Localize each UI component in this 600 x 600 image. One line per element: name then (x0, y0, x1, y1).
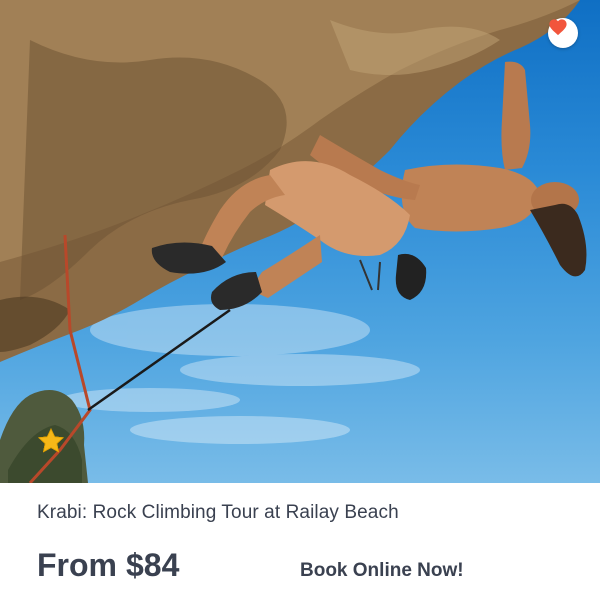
heart-icon (549, 19, 567, 36)
climber-photo-illustration (0, 0, 587, 483)
book-online-link[interactable]: Book Online Now! (300, 560, 464, 582)
tour-card[interactable]: Krabi: Rock Climbing Tour at Railay Beac… (0, 0, 600, 600)
price-prefix: From (37, 547, 117, 583)
price-display: From $84 (37, 547, 179, 584)
tour-title[interactable]: Krabi: Rock Climbing Tour at Railay Beac… (37, 502, 399, 524)
tour-photo[interactable] (0, 0, 600, 483)
clouds (60, 304, 420, 444)
rating-stars (37, 427, 64, 457)
price-value: $84 (126, 547, 180, 583)
tour-info: Krabi: Rock Climbing Tour at Railay Beac… (0, 483, 600, 600)
favorite-button[interactable] (548, 18, 578, 48)
